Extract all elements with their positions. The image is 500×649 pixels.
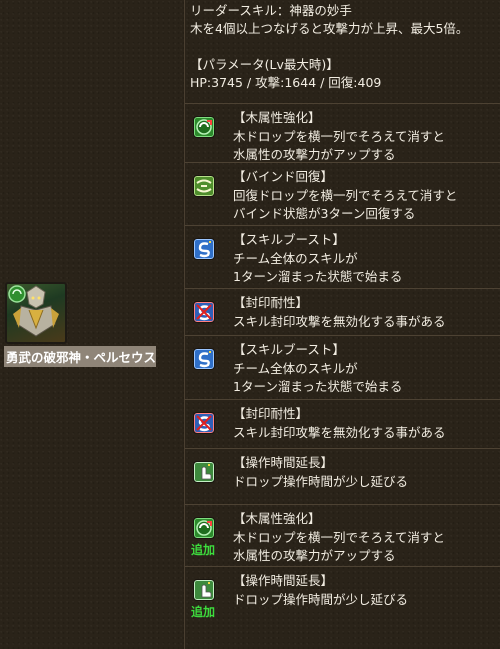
awakening-title: 【スキルブースト】	[233, 232, 345, 247]
awakening-text: 【バインド回復】回復ドロップを横一列でそろえて消すと バインド状態が3ターン回復す…	[233, 168, 457, 224]
awakening-row: 追加 【操作時間延長】ドロップ操作時間が少し延びる	[185, 566, 500, 629]
parameters: 【パラメータ(Lv最大時)】 HP:3745 / 攻撃:1644 / 回復:40…	[190, 56, 498, 92]
awakening-row: 【操作時間延長】ドロップ操作時間が少し延びる	[185, 448, 500, 504]
awakening-list: 【木属性強化】 木ドロップを横一列でそろえて消すと 水属性の攻撃力がアップする 【バイ…	[185, 103, 500, 629]
awakening-text: 【木属性強化】 木ドロップを横一列でそろえて消すと 水属性の攻撃力がアップする	[233, 109, 445, 165]
monster-name[interactable]: 勇武の破邪神・ペルセウス	[4, 346, 156, 367]
awakening-title: 【木属性強化】	[233, 511, 321, 526]
awakening-description: 水属性の攻撃力がアップする	[233, 548, 396, 563]
awakening-title: 【封印耐性】	[233, 406, 309, 421]
awakening-row: 追加 【木属性強化】木ドロップを横一列でそろえて消すと 水属性の攻撃力がアップする	[185, 504, 500, 566]
awakening-text: 【封印耐性】スキル封印攻撃を無効化する事がある	[233, 405, 446, 442]
monster-art-icon	[8, 285, 59, 337]
skill-lock-resist-icon[interactable]	[193, 301, 215, 323]
awakening-text: 【操作時間延長】ドロップ操作時間が少し延びる	[233, 572, 408, 609]
awakening-text: 【操作時間延長】ドロップ操作時間が少し延びる	[233, 454, 408, 491]
time-extend-icon[interactable]	[193, 461, 215, 483]
awakening-description: スキル封印攻撃を無効化する事がある	[233, 424, 446, 440]
awakening-title: 【操作時間延長】	[233, 573, 334, 588]
awakening-text: 【スキルブースト】 チーム全体のスキルが 1ターン溜まった状態で始まる	[233, 341, 402, 397]
skill-boost-icon[interactable]	[193, 238, 215, 260]
awakening-description: チーム全体のスキルが	[233, 250, 358, 266]
awakening-text: 【スキルブースト】 チーム全体のスキルが 1ターン溜まった状態で始まる	[233, 231, 402, 287]
awakening-row: 【スキルブースト】 チーム全体のスキルが 1ターン溜まった状態で始まる	[185, 225, 500, 288]
monster-card[interactable]: 勇武の破邪神・ペルセウス	[4, 282, 156, 367]
added-badge: 追加	[191, 543, 216, 557]
skill-boost-icon[interactable]	[193, 348, 215, 370]
parameters-stats: HP:3745 / 攻撃:1644 / 回復:409	[190, 75, 382, 90]
parameters-title: 【パラメータ(Lv最大時)】	[190, 57, 339, 72]
bind-recovery-icon[interactable]	[193, 175, 215, 197]
awakening-description: 木ドロップを横一列でそろえて消すと	[233, 529, 445, 545]
awakening-text: 【封印耐性】スキル封印攻撃を無効化する事がある	[233, 294, 446, 331]
awakening-title: 【スキルブースト】	[233, 342, 345, 357]
leader-skill-title: リーダースキル：神器の妙手	[190, 3, 352, 18]
awakening-row: 【スキルブースト】 チーム全体のスキルが 1ターン溜まった状態で始まる	[185, 335, 500, 399]
awakening-description: 木ドロップを横一列でそろえて消すと	[233, 128, 445, 144]
wood-enhance-icon[interactable]	[193, 517, 215, 539]
monster-portrait[interactable]	[5, 282, 67, 344]
awakening-description: ドロップ操作時間が少し延びる	[233, 591, 409, 607]
wood-enhance-icon[interactable]	[193, 116, 215, 138]
skill-lock-resist-icon[interactable]	[193, 412, 215, 434]
monster-detail-panel: 勇武の破邪神・ペルセウス リーダースキル：神器の妙手 木を4個以上つなげると攻撃…	[0, 0, 500, 649]
added-badge: 追加	[191, 605, 216, 619]
awakening-title: 【バインド回復】	[233, 169, 334, 184]
awakening-title: 【操作時間延長】	[233, 455, 334, 470]
awakening-title: 【封印耐性】	[233, 295, 309, 310]
awakening-title: 【木属性強化】	[233, 110, 321, 125]
awakening-row: 【バインド回復】回復ドロップを横一列でそろえて消すと バインド状態が3ターン回復す…	[185, 162, 500, 225]
awakening-description: チーム全体のスキルが	[233, 360, 358, 376]
awakening-row: 【封印耐性】スキル封印攻撃を無効化する事がある	[185, 288, 500, 335]
awakening-description: 1ターン溜まった状態で始まる	[233, 379, 403, 394]
awakening-description: 1ターン溜まった状態で始まる	[233, 269, 403, 284]
awakening-description: ドロップ操作時間が少し延びる	[233, 473, 409, 489]
awakening-row: 【木属性強化】 木ドロップを横一列でそろえて消すと 水属性の攻撃力がアップする	[185, 103, 500, 162]
awakening-row: 【封印耐性】スキル封印攻撃を無効化する事がある	[185, 399, 500, 448]
awakening-description: バインド状態が3ターン回復する	[233, 206, 416, 221]
info-column: リーダースキル：神器の妙手 木を4個以上つなげると攻撃力が上昇、最大5倍。 【パ…	[190, 0, 498, 92]
leader-skill-description: 木を4個以上つなげると攻撃力が上昇、最大5倍。	[190, 21, 469, 36]
leader-skill: リーダースキル：神器の妙手 木を4個以上つなげると攻撃力が上昇、最大5倍。	[190, 0, 498, 38]
awakening-description: スキル封印攻撃を無効化する事がある	[233, 313, 446, 329]
time-extend-icon[interactable]	[193, 579, 215, 601]
awakening-text: 【木属性強化】木ドロップを横一列でそろえて消すと 水属性の攻撃力がアップする	[233, 510, 445, 566]
awakening-description: 回復ドロップを横一列でそろえて消すと	[233, 187, 458, 203]
